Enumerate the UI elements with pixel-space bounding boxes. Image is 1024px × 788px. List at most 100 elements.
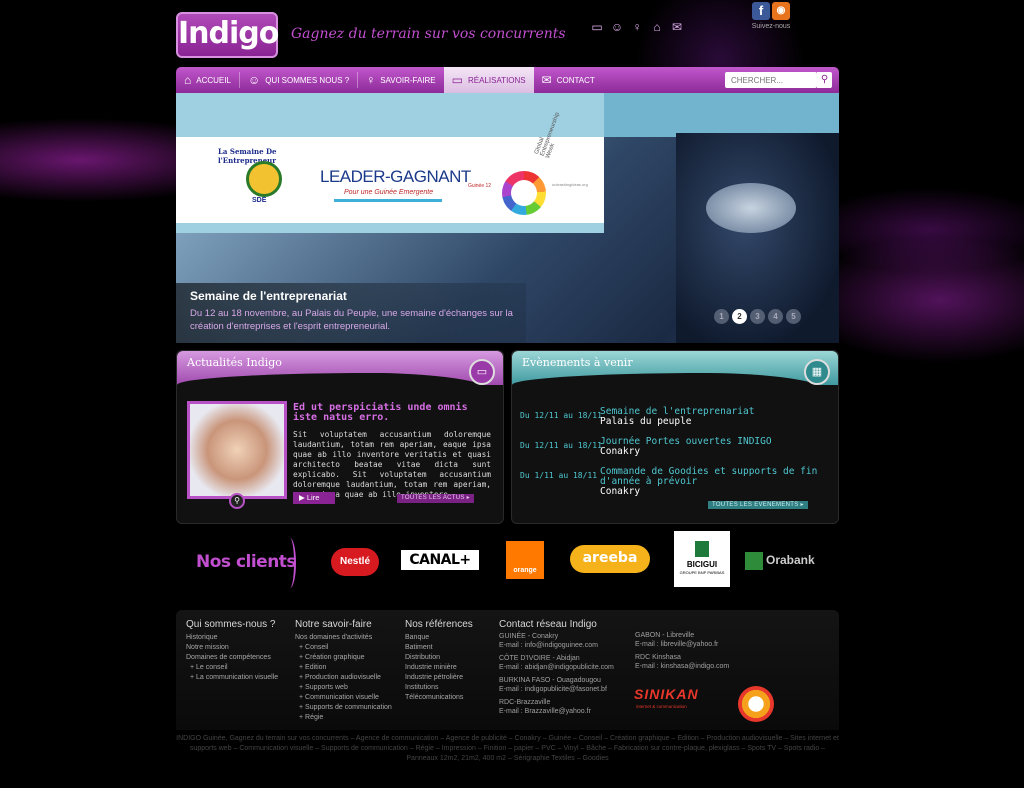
footer-col-savoir-faire: Notre savoir-faire Nos domaines d'activi… [295,619,392,723]
zoom-icon[interactable]: ⚲ [229,493,245,509]
client-logo-orabank[interactable]: Orabank [745,550,815,570]
pager-dot[interactable]: 3 [750,309,765,324]
sinikan-subtitle: internet & communication [636,704,687,709]
contact-email[interactable]: E-mail : kinshasa@indigo.com [635,663,729,672]
mail-icon[interactable]: ✉ [670,20,684,34]
event-date: Du 1/11 au 18/11 [520,471,598,480]
footer-link[interactable]: Notre mission [186,643,278,653]
footer-link[interactable]: + Supports de communication [295,703,392,713]
nav-item-contact[interactable]: ✉ CONTACT [534,67,603,93]
footer-link[interactable]: Télécomunications [405,693,473,703]
footer-link[interactable]: Industrie pétrolière [405,673,473,683]
footer: Qui sommes-nous ? Historique Notre missi… [176,610,839,730]
event-item[interactable]: Du 12/11 au 18/11 Journée Portes ouverte… [520,437,830,467]
footer-link[interactable]: Banque [405,633,473,643]
event-item[interactable]: Du 1/11 au 18/11 Commande de Goodies et … [520,467,830,497]
sde-logo: La Semaine De l'Entrepreneur SDE [216,147,308,217]
pager-dot-active[interactable]: 2 [732,309,747,324]
team-icon[interactable]: ☺ [610,20,624,34]
footer-link[interactable]: Batiment [405,643,473,653]
bicigui-name: BICIGUI [686,560,718,569]
footer-col-contact-2: GABON - Libreville E-mail : libreville@y… [635,632,729,676]
footer-link[interactable]: + Le conseil [186,663,278,673]
hero-slider[interactable]: La Semaine De l'Entrepreneur SDE LEADER-… [176,93,839,343]
contact-email[interactable]: E-mail : info@indigoguinee.com [499,642,614,651]
footer-link[interactable]: + Production audiovisuelle [295,673,392,683]
pager-dot[interactable]: 5 [786,309,801,324]
all-events-link[interactable]: TOUTES LES EVENEMENTS ▸ [708,501,808,509]
search-icon[interactable]: ⚲ [817,72,832,88]
sinikan-logo-text[interactable]: SINIKAN [634,686,699,702]
bicigui-mark [695,541,709,557]
nav-label: SAVOIR-FAIRE [380,75,436,85]
client-logo-bicigui[interactable]: BICIGUI GROUPE BNP PARIBAS [674,531,730,587]
events-list: Du 12/11 au 18/11 Semaine de l'entrepren… [520,407,830,497]
contact-block: RDC-Brazzaville E-mail : Brazzaville@yah… [499,699,614,716]
news-headline[interactable]: Ed ut perspiciatis unde omnis iste natus… [293,403,493,423]
footer-link[interactable]: Distribution [405,653,473,663]
footer-link[interactable]: + Supports web [295,683,392,693]
pager-dot[interactable]: 4 [768,309,783,324]
nav-item-savoir-faire[interactable]: ♀ SAVOIR-FAIRE [358,67,443,93]
footer-link[interactable]: Historique [186,633,278,643]
leader-subtitle: Pour une Guinée Emergente [344,189,434,196]
footer-link[interactable]: + Communication visuelle [295,693,392,703]
leader-gagnant-logo: LEADER-GAGNANT [320,167,471,186]
events-box: Evènements à venir ▦ Du 12/11 au 18/11 S… [511,350,839,524]
indigo-logo[interactable]: Indigo [176,12,279,58]
footer-link[interactable]: Domaines de compétences [186,653,278,663]
client-logo-orange[interactable]: orange [506,541,544,579]
news-image[interactable] [187,401,287,499]
footer-link[interactable]: + Régie [295,713,392,723]
sde-emblem [246,161,282,197]
screen-icon: ▭ [451,73,463,87]
news-box-title: Actualités Indigo [187,356,282,369]
client-logo-areeba[interactable]: areeba [570,545,650,573]
footer-col-title: Contact réseau Indigo [499,619,597,630]
search-input[interactable] [725,72,817,88]
contact-email[interactable]: E-mail : indigopublicite@fasonet.bf [499,686,614,695]
event-item[interactable]: Du 12/11 au 18/11 Semaine de l'entrepren… [520,407,830,437]
contact-block: RDC Kinshasa E-mail : kinshasa@indigo.co… [635,654,729,671]
client-logo-canal[interactable]: CANAL+ [401,550,479,570]
read-button[interactable]: ▶ Lire [293,492,335,504]
nav-item-accueil[interactable]: ⌂ ACCUEIL [176,67,239,93]
footer-link[interactable]: + La communication visuelle [186,673,278,683]
client-logo-nestle[interactable]: Nestlé [331,548,379,576]
footer-link[interactable]: + Création graphique [295,653,392,663]
footer-link[interactable]: + Conseil [295,643,392,653]
nav-item-realisations[interactable]: ▭ RÉALISATIONS [443,67,534,93]
event-banner: La Semaine De l'Entrepreneur SDE LEADER-… [176,112,604,233]
all-news-label: TOUTES LES ACTUS [401,495,465,501]
footer-link[interactable]: + Edition [295,663,392,673]
footer-link[interactable]: Industrie minière [405,663,473,673]
all-news-link[interactable]: TOUTES LES ACTUS ▸ [397,494,474,503]
footer-link[interactable]: Nos domaines d'activités [295,633,392,643]
contact-email[interactable]: E-mail : libreville@yahoo.fr [635,641,729,650]
footer-link[interactable]: Institutions [405,683,473,693]
event-title-text: Commande de Goodies et supports de fin d… [600,466,818,487]
rss-icon[interactable]: ◉ [772,2,790,20]
home-icon[interactable]: ⌂ [650,20,664,34]
social-links: f ◉ Suivez-nous [747,2,795,34]
contact-block: BURKINA FASO - Ouagadougou E-mail : indi… [499,677,614,694]
contact-email[interactable]: E-mail : abidjan@indigopublicite.com [499,664,614,673]
slider-pager: 1 2 3 4 5 [714,309,801,324]
hero-title: Semaine de l'entreprenariat [190,289,347,303]
calendar-icon: ▦ [804,359,830,385]
bulb-icon[interactable]: ♀ [630,20,644,34]
contact-location: BURKINA FASO - Ouagadougou [499,677,601,684]
orabank-name: Orabank [766,553,815,567]
facebook-icon[interactable]: f [752,2,770,20]
read-label: Lire [306,493,320,502]
nav-item-qui-sommes-nous[interactable]: ☺ QUI SOMMES NOUS ? [240,67,357,93]
contact-location: CÔTE D'IVOIRE - Abidjan [499,655,580,662]
hero-sky [176,93,604,137]
contact-email[interactable]: E-mail : Brazzaville@yahoo.fr [499,708,614,717]
header-curve [177,373,503,403]
sinikan-logo-icon[interactable] [738,686,774,722]
orabank-mark [745,551,763,570]
screen-icon[interactable]: ▭ [590,20,604,34]
pager-dot[interactable]: 1 [714,309,729,324]
hero-sky-right [604,93,839,137]
